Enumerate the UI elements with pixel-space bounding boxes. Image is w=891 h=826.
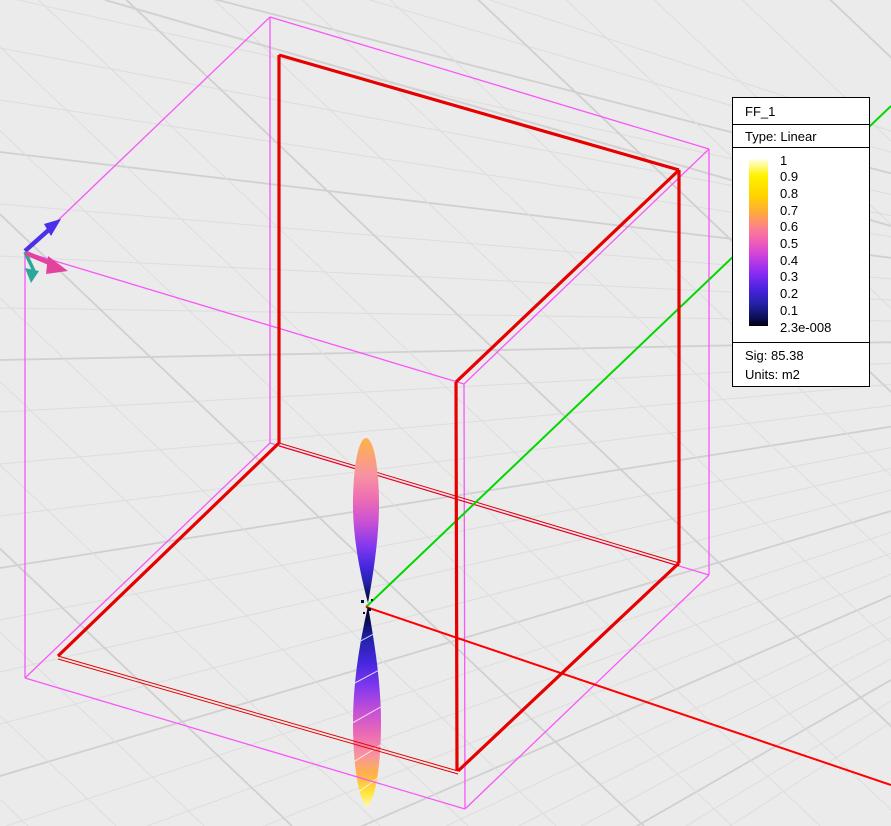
colorbar-tick-label: 0.5 [780,236,798,251]
legend-stats-section: Sig: 85.38 Units: m2 [732,342,870,387]
farfield-legend: FF_1 Type: Linear 10.9 0.8 0.70.6 0.5 0.40.3… [732,97,870,387]
colorbar-tick-label: 0.9 [780,169,798,184]
colorbar-tick-label: 0.3 [780,269,798,284]
colorbar-tick-label: 0.4 [780,253,798,268]
legend-colorbar-section: 10.9 0.8 0.70.6 0.5 0.40.3 0.2 0.1 2.3e-008 [732,147,870,343]
legend-sig-value: Sig: 85.38 [745,346,869,365]
colorbar-tick-label: 0.8 [780,186,798,201]
legend-title: FF_1 [732,97,870,125]
colorbar-tick-label: 2.3e-008 [780,320,831,335]
colorbar-tick-label: 0.1 [780,303,798,318]
upper-lobe [353,438,379,603]
colorbar [749,159,768,326]
colorbar-tick-label: 1 [780,153,787,168]
3d-viewport[interactable]: FF_1 Type: Linear 10.9 0.8 0.70.6 0.5 0.40.3… [0,0,891,826]
colorbar-tick-label: 0.7 [780,203,798,218]
colorbar-tick-label: 0.6 [780,219,798,234]
legend-type-label: Type: Linear [732,124,870,148]
legend-units-value: Units: m2 [745,365,869,384]
colorbar-tick-label: 0.2 [780,286,798,301]
